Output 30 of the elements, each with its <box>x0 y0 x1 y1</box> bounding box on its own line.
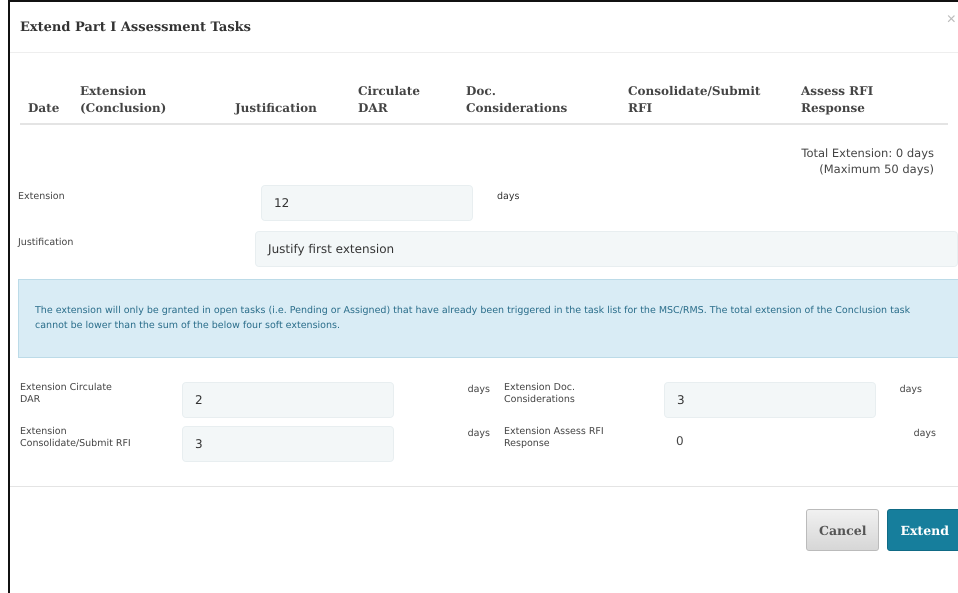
field-label: Extension Assess RFI Response <box>504 426 605 449</box>
column-header: Justification <box>235 100 318 117</box>
input-field[interactable]: 2 <box>182 382 394 418</box>
column-header: Circulate DAR <box>358 83 421 117</box>
column-header: Consolidate/Submit RFI <box>628 83 762 117</box>
field-value: 0 <box>675 433 685 450</box>
column-header: Extension (Conclusion) <box>80 83 168 117</box>
field-label: Extension <box>17 190 66 202</box>
dialog-title: Extend Part I Assessment Tasks <box>20 20 251 34</box>
field-label: Extension Doc. Considerations <box>504 382 576 405</box>
unit-label: days <box>898 383 923 396</box>
input-field[interactable]: Justify first extension <box>255 230 958 267</box>
field-label: Extension Consolidate/Submit RFI <box>20 426 132 449</box>
extend-button[interactable]: Extend <box>887 509 958 552</box>
column-header: Doc. Considerations <box>466 83 568 117</box>
input-field[interactable]: 3 <box>182 426 394 462</box>
cancel-button[interactable]: Cancel <box>806 509 880 552</box>
info-message: The extension will only be granted in open tasks (i.e. Pending or Assigned) that have already been triggered in the task list for the MSC/RMS. The total extension of the Conclusion task cannot be lower than the sum of the below four soft extensions. <box>18 278 958 358</box>
maximum-note: (Maximum 50 days) <box>819 160 934 177</box>
unit-label: days <box>497 190 520 202</box>
column-header: Date <box>27 100 60 117</box>
unit-label: days <box>466 427 491 440</box>
column-header: Assess RFI Response <box>801 83 874 117</box>
unit-label: days <box>466 383 491 396</box>
unit-label: days <box>912 427 936 440</box>
field-label: Extension Circulate DAR <box>20 382 113 405</box>
input-field[interactable]: 12 <box>261 184 473 221</box>
input-field[interactable]: 3 <box>664 382 876 418</box>
total-extension: Total Extension: 0 days <box>801 144 934 161</box>
field-label: Justification <box>16 236 74 248</box>
